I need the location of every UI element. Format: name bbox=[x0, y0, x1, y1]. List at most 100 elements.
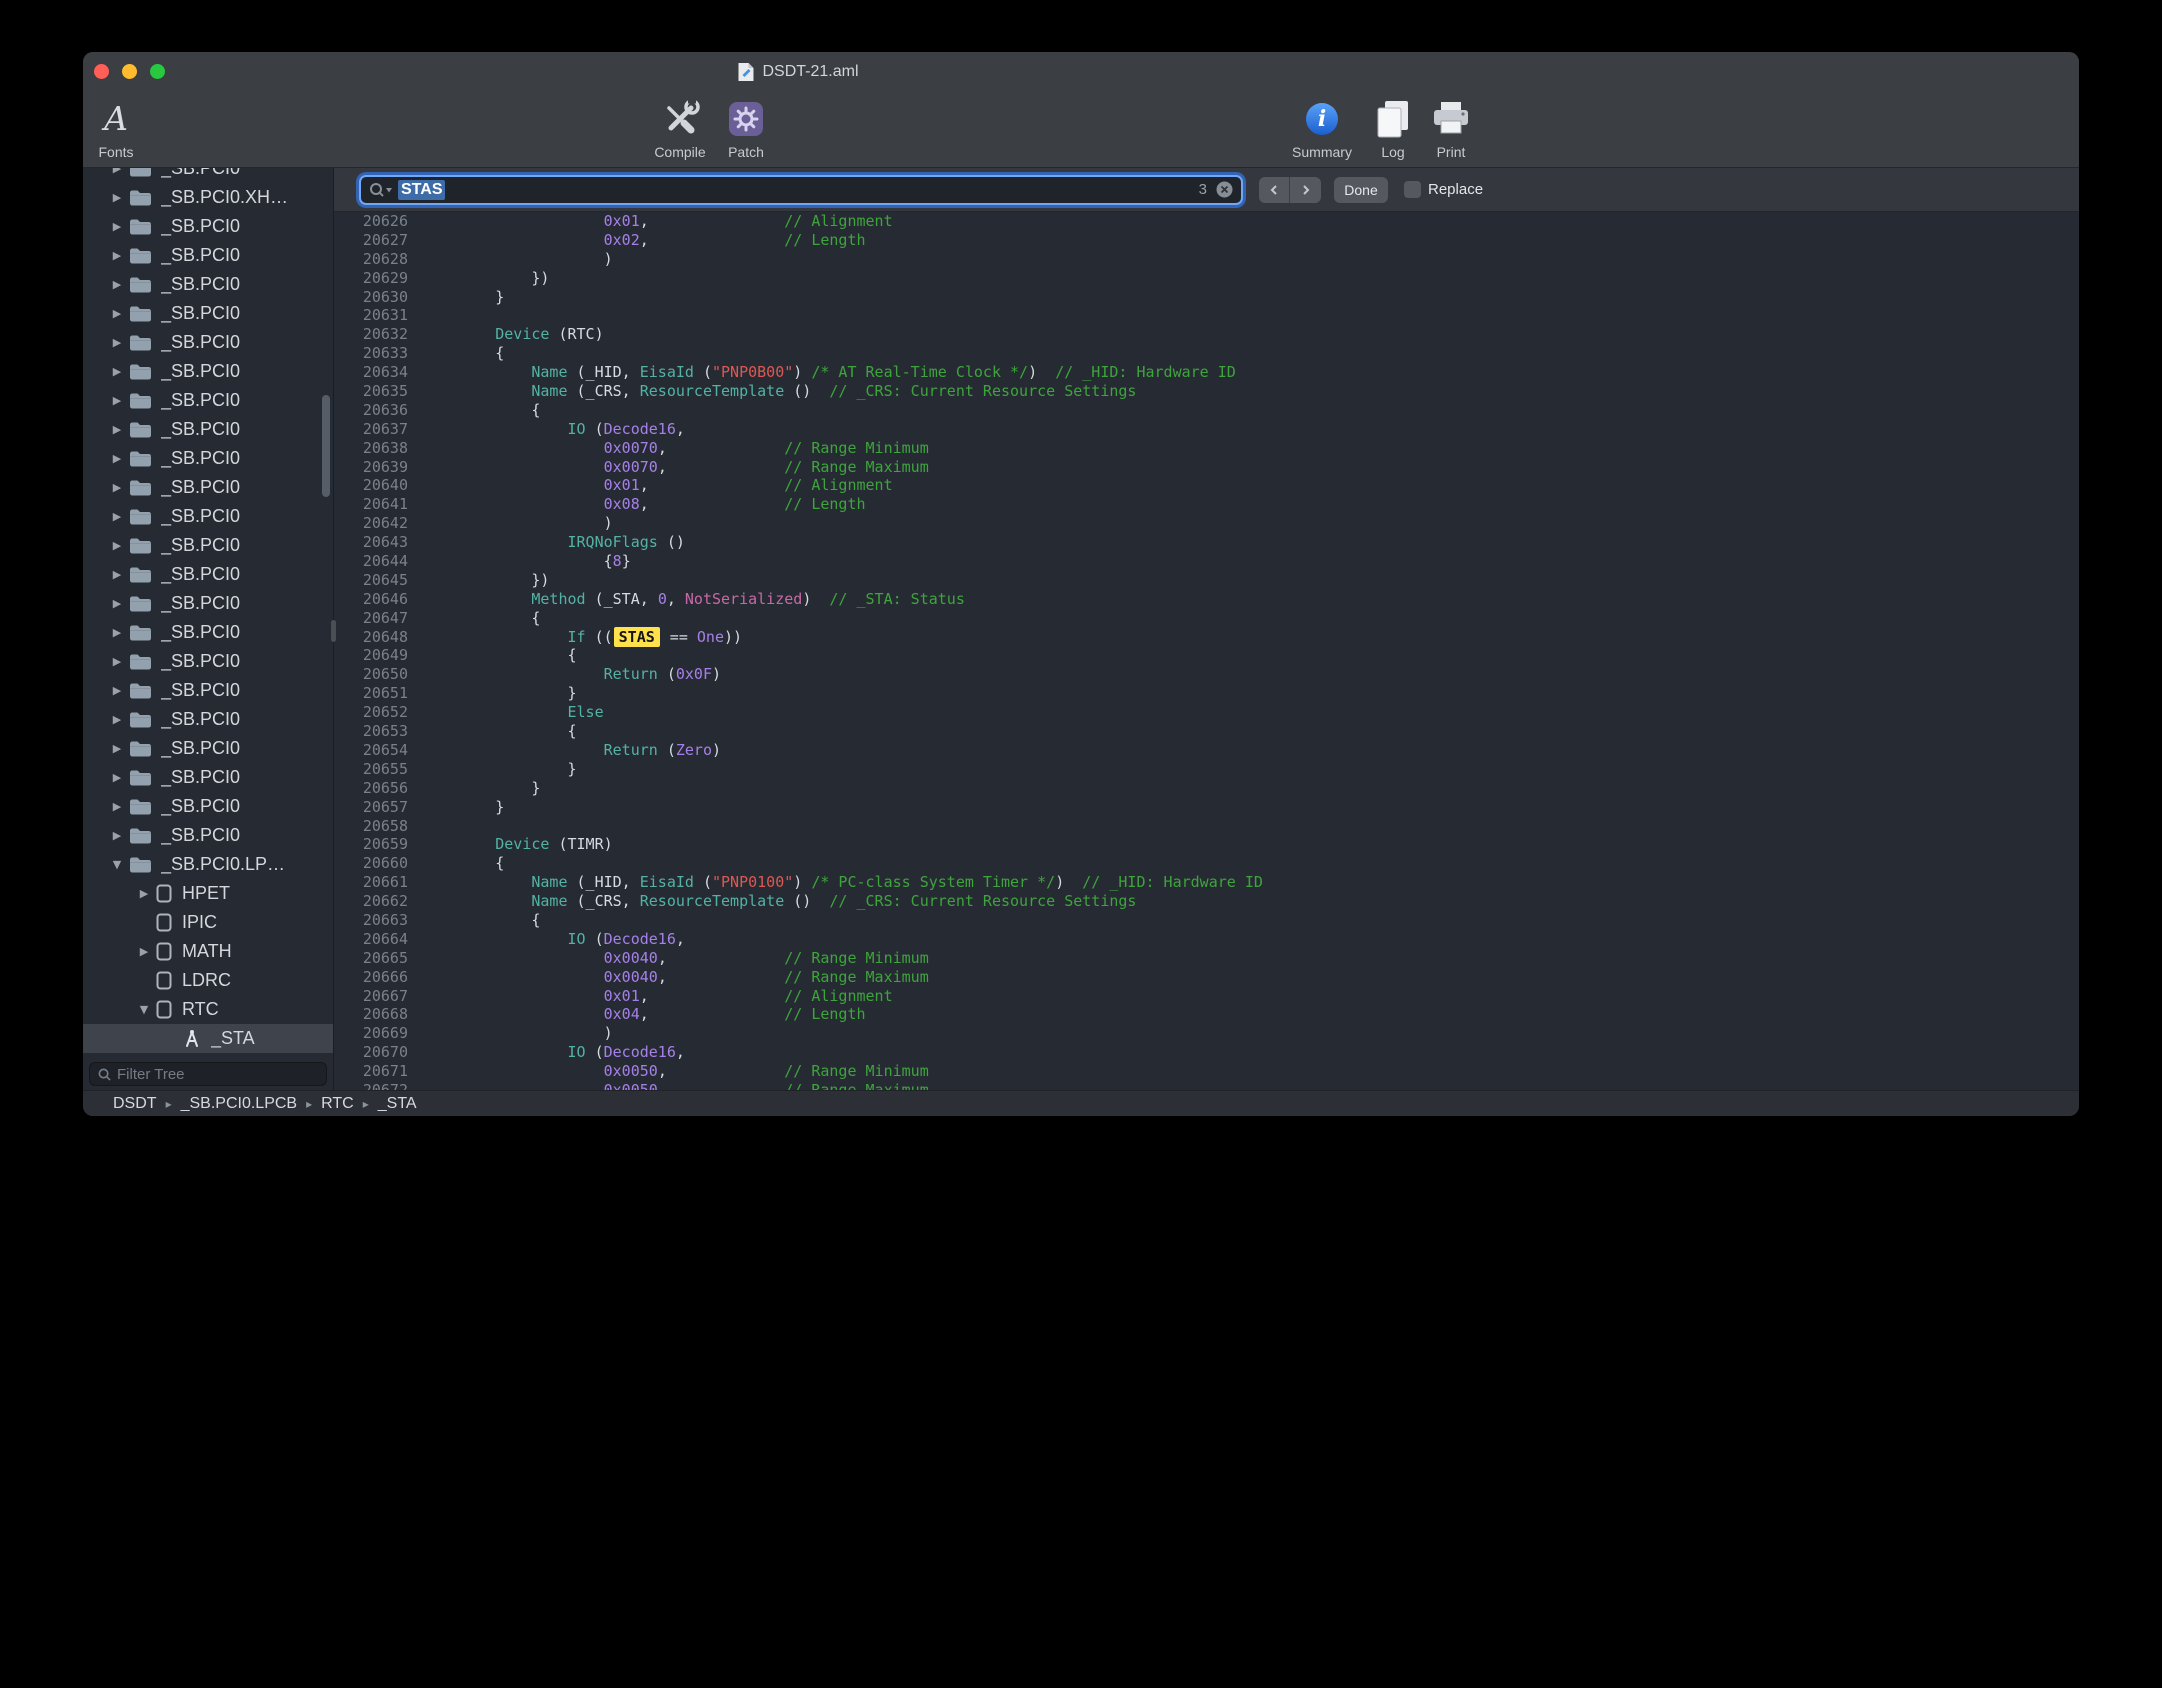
done-button[interactable]: Done bbox=[1334, 177, 1388, 203]
code-line: 20640 0x01, // Alignment bbox=[334, 476, 2079, 495]
tree-item-label: HPET bbox=[182, 883, 230, 904]
fonts-button[interactable]: A Fonts bbox=[83, 95, 164, 160]
title-bar[interactable]: DSDT-21.aml bbox=[83, 52, 2079, 92]
replace-checkbox[interactable] bbox=[1404, 181, 1421, 198]
disclosure-right-icon[interactable]: ▶ bbox=[134, 945, 154, 958]
filter-tree-input[interactable]: Filter Tree bbox=[89, 1062, 327, 1086]
disclosure-right-icon[interactable]: ▶ bbox=[107, 452, 127, 465]
tree-item--sb-pci0[interactable]: ▶_SB.PCI0 bbox=[83, 502, 333, 531]
disclosure-right-icon[interactable]: ▶ bbox=[107, 713, 127, 726]
disclosure-right-icon[interactable]: ▶ bbox=[107, 307, 127, 320]
disclosure-right-icon[interactable]: ▶ bbox=[107, 684, 127, 697]
tree-item--sb-pci0[interactable]: ▶_SB.PCI0 bbox=[83, 531, 333, 560]
tree-item--sb-pci0[interactable]: ▶_SB.PCI0 bbox=[83, 299, 333, 328]
folder-icon bbox=[129, 392, 151, 409]
tree-item--sta[interactable]: _STA bbox=[83, 1024, 333, 1053]
disclosure-down-icon[interactable]: ▼ bbox=[134, 1003, 154, 1016]
disclosure-right-icon[interactable]: ▶ bbox=[107, 481, 127, 494]
tree-item-label: _SB.PCI0 bbox=[161, 796, 240, 817]
disclosure-right-icon[interactable]: ▶ bbox=[107, 597, 127, 610]
disclosure-right-icon[interactable]: ▶ bbox=[107, 220, 127, 233]
tree-item--sb-pci0[interactable]: ▶_SB.PCI0 bbox=[83, 618, 333, 647]
tree-item-ipic[interactable]: IPIC bbox=[83, 908, 333, 937]
disclosure-right-icon[interactable]: ▶ bbox=[107, 510, 127, 523]
tree-item--sb-pci0[interactable]: ▶_SB.PCI0 bbox=[83, 705, 333, 734]
tree-item--sb-pci0[interactable]: ▶_SB.PCI0 bbox=[83, 168, 333, 183]
close-button[interactable] bbox=[94, 64, 109, 79]
disclosure-right-icon[interactable]: ▶ bbox=[107, 742, 127, 755]
tree-item--sb-pci0[interactable]: ▶_SB.PCI0 bbox=[83, 734, 333, 763]
tree-item-hpet[interactable]: ▶ HPET bbox=[83, 879, 333, 908]
disclosure-right-icon[interactable]: ▶ bbox=[107, 568, 127, 581]
tree-item--sb-pci0-lp-[interactable]: ▼_SB.PCI0.LP… bbox=[83, 850, 333, 879]
disclosure-right-icon[interactable]: ▶ bbox=[107, 539, 127, 552]
tree-item-label: _SB.PCI0 bbox=[161, 419, 240, 440]
tree-item--sb-pci0[interactable]: ▶_SB.PCI0 bbox=[83, 212, 333, 241]
tree-item--sb-pci0[interactable]: ▶_SB.PCI0 bbox=[83, 270, 333, 299]
tree-item--sb-pci0[interactable]: ▶_SB.PCI0 bbox=[83, 357, 333, 386]
tree-item--sb-pci0-xh-[interactable]: ▶_SB.PCI0.XH… bbox=[83, 183, 333, 212]
code-line: 20631 bbox=[334, 306, 2079, 325]
tree-item--sb-pci0[interactable]: ▶_SB.PCI0 bbox=[83, 821, 333, 850]
sidebar-scrollbar[interactable] bbox=[322, 395, 330, 497]
disclosure-right-icon[interactable]: ▶ bbox=[134, 887, 154, 900]
folder-icon bbox=[129, 624, 151, 641]
tree-item--sb-pci0[interactable]: ▶_SB.PCI0 bbox=[83, 444, 333, 473]
disclosure-right-icon[interactable]: ▶ bbox=[107, 771, 127, 784]
minimize-button[interactable] bbox=[122, 64, 137, 79]
disclosure-right-icon[interactable]: ▶ bbox=[107, 423, 127, 436]
tree-item-ldrc[interactable]: LDRC bbox=[83, 966, 333, 995]
tree-item-label: _SB.PCI0 bbox=[161, 651, 240, 672]
tree-item-rtc[interactable]: ▼RTC bbox=[83, 995, 333, 1024]
find-previous-button[interactable] bbox=[1259, 177, 1290, 203]
tree-item--sb-pci0[interactable]: ▶_SB.PCI0 bbox=[83, 676, 333, 705]
disclosure-right-icon[interactable]: ▶ bbox=[107, 829, 127, 842]
tree-item--sb-pci0[interactable]: ▶_SB.PCI0 bbox=[83, 241, 333, 270]
line-number: 20666 bbox=[334, 968, 408, 987]
disclosure-right-icon[interactable]: ▶ bbox=[107, 394, 127, 407]
document-proxy-icon[interactable] bbox=[737, 62, 754, 82]
find-input[interactable]: STAS 3 bbox=[359, 175, 1243, 205]
code-editor[interactable]: 20626 0x01, // Alignment20627 0x02, // L… bbox=[334, 212, 2079, 1090]
tree-item--sb-pci0[interactable]: ▶_SB.PCI0 bbox=[83, 386, 333, 415]
breadcrumb-item[interactable]: _SB.PCI0.LPCB bbox=[181, 1095, 298, 1113]
tree-item--sb-pci0[interactable]: ▶_SB.PCI0 bbox=[83, 589, 333, 618]
disclosure-right-icon[interactable]: ▶ bbox=[107, 365, 127, 378]
tree-item--sb-pci0[interactable]: ▶_SB.PCI0 bbox=[83, 560, 333, 589]
search-menu-icon[interactable] bbox=[369, 182, 394, 198]
folder-icon bbox=[129, 218, 151, 235]
disclosure-right-icon[interactable]: ▶ bbox=[107, 249, 127, 262]
tree-item--sb-pci0[interactable]: ▶ _SB.PCI0 bbox=[83, 792, 333, 821]
tree-item--sb-pci0[interactable]: ▶ _SB.PCI0 bbox=[83, 415, 333, 444]
line-number: 20641 bbox=[334, 495, 408, 514]
disclosure-right-icon[interactable]: ▶ bbox=[107, 655, 127, 668]
tree-item--sb-pci0[interactable]: ▶_SB.PCI0 bbox=[83, 763, 333, 792]
line-number: 20626 bbox=[334, 212, 408, 231]
code-text: Name (_CRS, ResourceTemplate () // _CRS:… bbox=[408, 382, 1136, 401]
tree-item-math[interactable]: ▶MATH bbox=[83, 937, 333, 966]
disclosure-right-icon[interactable]: ▶ bbox=[107, 168, 127, 175]
code-line: 20647 { bbox=[334, 609, 2079, 628]
patch-button[interactable]: Patch bbox=[698, 95, 794, 160]
breadcrumb-item[interactable]: DSDT bbox=[113, 1095, 157, 1113]
breadcrumb-item[interactable]: RTC bbox=[321, 1095, 354, 1113]
clear-search-icon[interactable] bbox=[1216, 181, 1233, 198]
disclosure-right-icon[interactable]: ▶ bbox=[107, 626, 127, 639]
find-next-button[interactable] bbox=[1290, 177, 1321, 203]
disclosure-right-icon[interactable]: ▶ bbox=[107, 278, 127, 291]
print-button[interactable]: Print bbox=[1403, 95, 1499, 160]
code-line: 20629 }) bbox=[334, 269, 2079, 288]
traffic-lights bbox=[94, 64, 165, 79]
disclosure-right-icon[interactable]: ▶ bbox=[107, 800, 127, 813]
disclosure-right-icon[interactable]: ▶ bbox=[107, 336, 127, 349]
tree-item--sb-pci0[interactable]: ▶ _SB.PCI0 bbox=[83, 647, 333, 676]
folder-icon bbox=[129, 276, 151, 293]
disclosure-right-icon[interactable]: ▶ bbox=[107, 191, 127, 204]
line-number: 20629 bbox=[334, 269, 408, 288]
breadcrumb-item[interactable]: _STA bbox=[378, 1095, 417, 1113]
sidebar-tree[interactable]: ▶ _SB.PCI0 ▶_SB.PCI0.XH… ▶ _SB.PCI0 ▶ _SB.PCI0… bbox=[83, 168, 333, 1058]
disclosure-down-icon[interactable]: ▼ bbox=[107, 858, 127, 871]
tree-item--sb-pci0[interactable]: ▶_SB.PCI0 bbox=[83, 473, 333, 502]
tree-item--sb-pci0[interactable]: ▶_SB.PCI0 bbox=[83, 328, 333, 357]
zoom-button[interactable] bbox=[150, 64, 165, 79]
